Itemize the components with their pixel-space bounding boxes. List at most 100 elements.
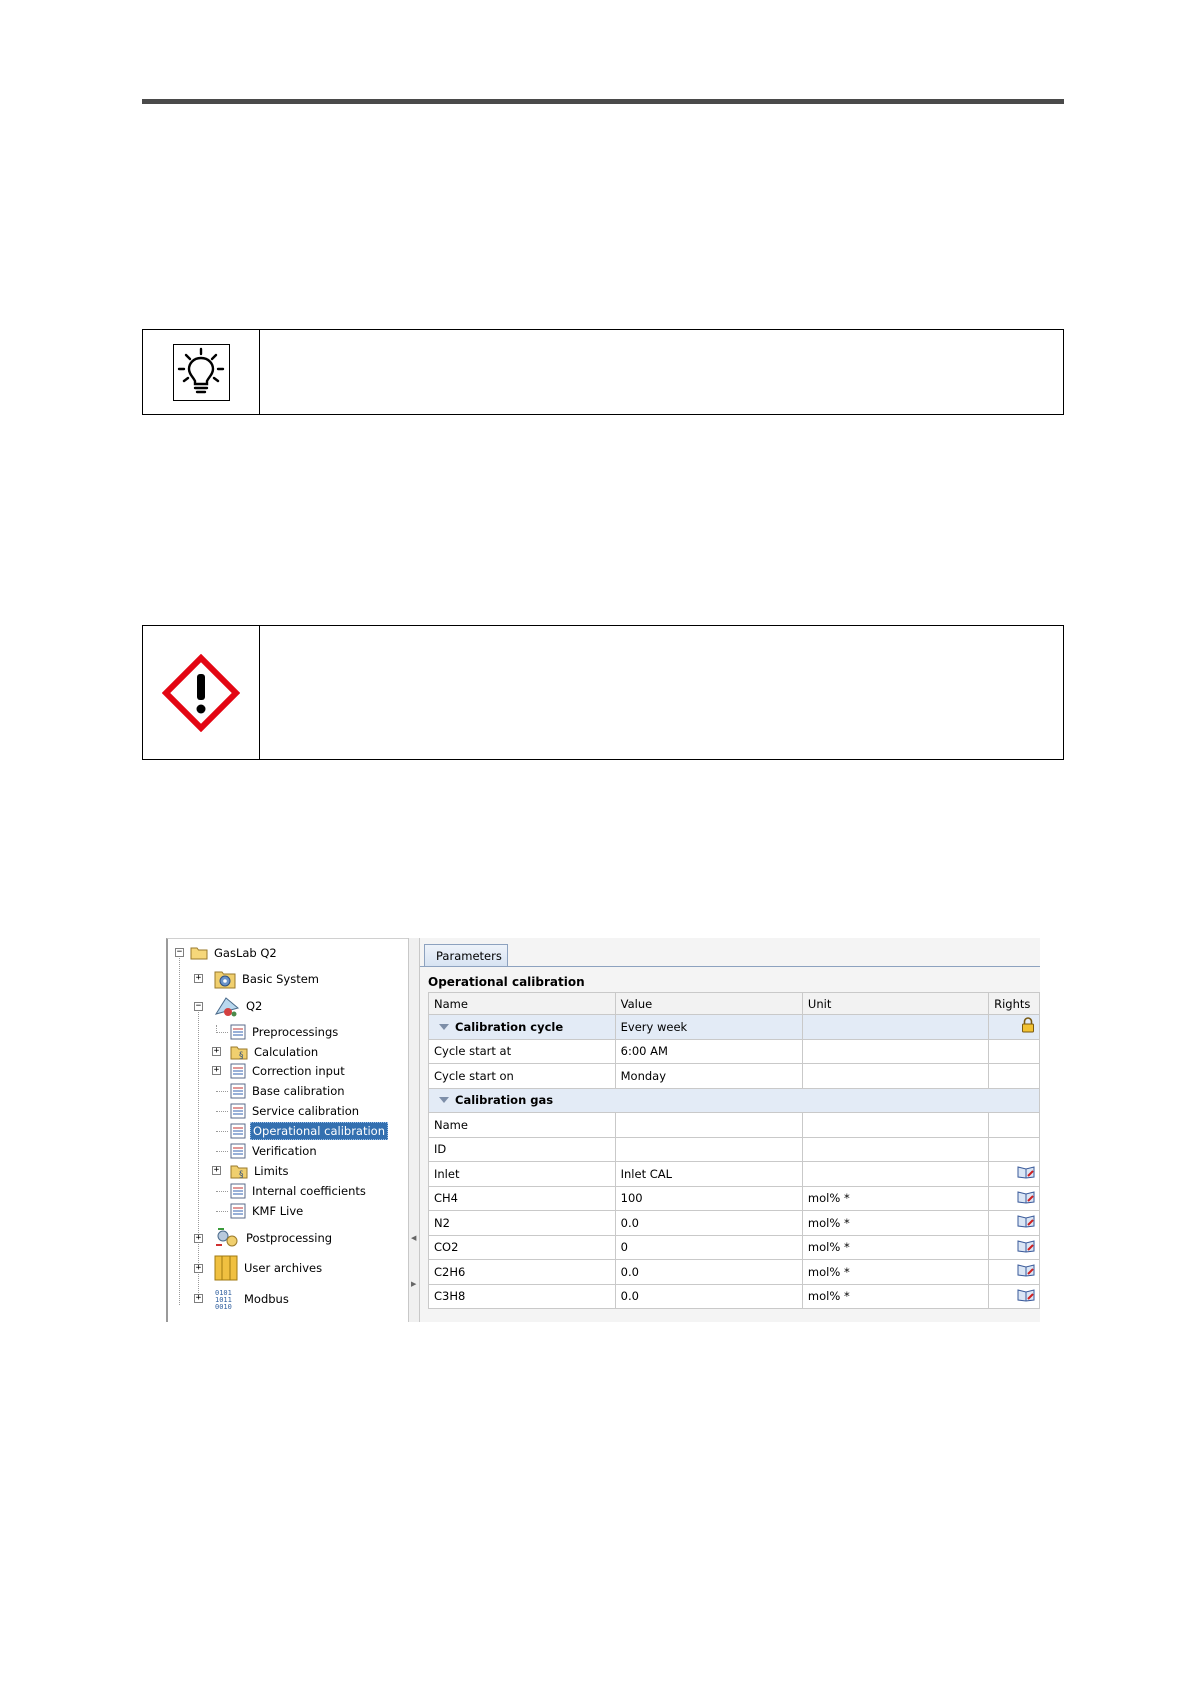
parameter-list-icon [230,1024,246,1040]
parameter-list-icon [230,1123,246,1139]
row-value[interactable]: 0.0 [614,1259,803,1285]
column-header-value[interactable]: Value [614,992,803,1015]
tree-item-internal-coefficients[interactable]: Internal coefficients [230,1182,368,1200]
row-value[interactable]: 6:00 AM [614,1038,803,1064]
rights-cell[interactable] [988,1161,1040,1187]
row-unit: mol% * [801,1283,990,1309]
tree-item-label: GasLab Q2 [214,946,277,960]
rights-cell [988,1038,1040,1064]
collapse-toggle[interactable]: − [194,1002,203,1011]
rights-cell [988,1112,1040,1138]
parameter-list-icon [230,1143,246,1159]
svg-text:0010: 0010 [215,1303,232,1311]
table-row[interactable]: Cycle start at 6:00 AM [428,1038,1040,1064]
column-header-rights[interactable]: Rights [988,992,1040,1015]
tree-item-basic-system[interactable]: Basic System [214,967,321,991]
table-row[interactable]: Inlet Inlet CAL [428,1161,1040,1187]
row-name: Cycle start at [428,1038,616,1064]
tree-item-label: Base calibration [252,1084,345,1098]
expand-toggle[interactable]: + [212,1066,221,1075]
expand-toggle[interactable]: + [212,1166,221,1175]
expand-group-icon[interactable] [439,1023,449,1030]
table-row[interactable]: N2 0.0 mol% * [428,1210,1040,1236]
tree-item-label: Operational calibration [250,1122,388,1140]
tree-item-modbus[interactable]: 0101 1011 0010 Modbus [214,1286,291,1312]
row-name: ID [428,1136,616,1162]
table-row[interactable]: C3H8 0.0 mol% * [428,1283,1040,1309]
book-edit-icon [1017,1166,1035,1179]
table-row[interactable]: ID [428,1136,1040,1162]
row-value[interactable]: 0.0 [614,1210,803,1236]
row-name: CO2 [428,1234,616,1260]
book-edit-icon [1017,1289,1035,1302]
tree-item-service-calibration[interactable]: Service calibration [230,1102,361,1120]
column-header-name[interactable]: Name [428,992,616,1015]
parameter-list-icon [230,1203,246,1219]
rights-cell[interactable] [988,1283,1040,1309]
tree-item-preprocessings[interactable]: Preprocessings [230,1023,340,1041]
row-value[interactable] [614,1136,803,1162]
expand-toggle[interactable]: + [194,1234,203,1243]
row-value[interactable]: 100 [614,1185,803,1211]
row-name: N2 [428,1210,616,1236]
collapse-toggle[interactable]: − [175,948,184,957]
tree-item-limits[interactable]: § Limits [230,1162,291,1180]
rights-cell[interactable] [988,1259,1040,1285]
tree-item-verification[interactable]: Verification [230,1142,319,1160]
row-unit: mol% * [801,1185,990,1211]
tree-item-label: Verification [252,1144,317,1158]
rights-cell[interactable] [988,1210,1040,1236]
row-name: C3H8 [428,1283,616,1309]
table-row[interactable]: C2H6 0.0 mol% * [428,1259,1040,1285]
expand-toggle[interactable]: + [212,1047,221,1056]
tree-item-calculation[interactable]: § Calculation [230,1043,320,1061]
row-unit [801,1161,990,1187]
warning-notice [142,625,1064,760]
column-header-unit[interactable]: Unit [801,992,990,1015]
rights-cell [988,1063,1040,1089]
tree-item-q2[interactable]: Q2 [214,993,264,1019]
table-row[interactable]: CO2 0 mol% * [428,1234,1040,1260]
tree-item-user-archives[interactable]: User archives [214,1254,324,1282]
tree-item-kmf-live[interactable]: KMF Live [230,1202,305,1220]
tree-item-label: KMF Live [252,1204,304,1218]
table-row[interactable]: Cycle start on Monday [428,1063,1040,1089]
rights-cell[interactable] [988,1185,1040,1211]
row-value[interactable] [614,1112,803,1138]
expand-toggle[interactable]: + [194,1264,203,1273]
row-value[interactable]: Monday [614,1063,803,1089]
row-value[interactable]: Every week [614,1014,803,1040]
expand-group-icon[interactable] [439,1097,449,1104]
tree-item-gaslab-q2[interactable]: GasLab Q2 [190,944,279,962]
table-row[interactable]: Name [428,1112,1040,1138]
row-unit [801,1112,990,1138]
group-row-calibration-cycle[interactable]: Calibration cycle Every week [428,1014,1040,1040]
table-row[interactable]: CH4 100 mol% * [428,1185,1040,1211]
row-value[interactable]: Inlet CAL [614,1161,803,1187]
rights-cell[interactable] [988,1234,1040,1260]
group-row-calibration-gas[interactable]: Calibration gas [428,1087,1040,1113]
section-title: Operational calibration [428,975,585,989]
expand-toggle[interactable]: + [194,974,203,983]
row-name: CH4 [428,1185,616,1211]
lock-icon [1022,1017,1034,1033]
tree-item-correction-input[interactable]: Correction input [230,1062,347,1080]
row-name: Inlet [428,1161,616,1187]
tree-item-label: Modbus [244,1292,289,1306]
row-value[interactable]: 0.0 [614,1283,803,1309]
tree-item-operational-calibration[interactable]: Operational calibration [230,1122,388,1140]
tree-item-base-calibration[interactable]: Base calibration [230,1082,347,1100]
expand-toggle[interactable]: + [194,1294,203,1303]
svg-text:§: § [239,1051,244,1060]
row-unit [801,1136,990,1162]
q2-device-icon [214,997,240,1017]
tree-item-postprocessing[interactable]: Postprocessing [214,1226,334,1250]
row-value[interactable]: 0 [614,1234,803,1260]
gear-folder-icon [214,971,236,989]
tab-parameters[interactable]: Parameters [424,944,508,966]
row-name: Calibration gas [455,1093,554,1108]
row-unit [801,1063,990,1089]
panel-splitter[interactable]: ◀ ▶ [408,938,420,1322]
folder-icon: § [230,1046,248,1060]
tip-text [260,330,1063,414]
